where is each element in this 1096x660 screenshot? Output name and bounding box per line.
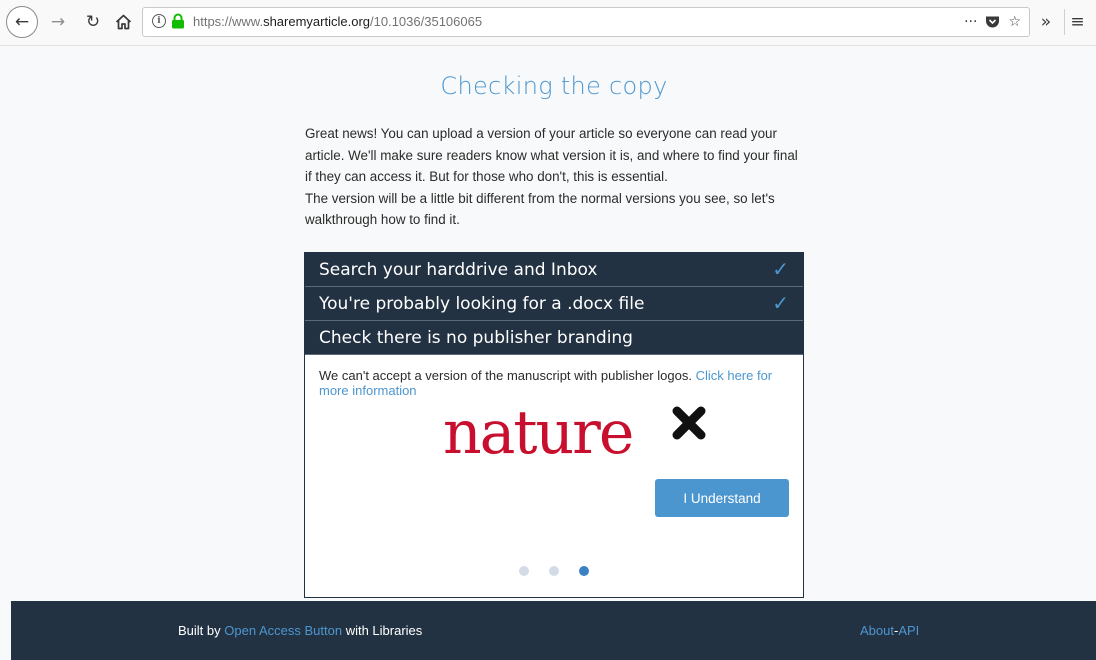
footer-links: About-API — [860, 623, 919, 638]
url-prefix: https://www. — [193, 14, 264, 29]
api-link[interactable]: API — [898, 623, 919, 638]
pagination-dots — [519, 566, 589, 576]
step-label: Search your harddrive and Inbox — [319, 259, 598, 280]
browser-toolbar: ← → ↻ i https://www.sharemyarticle.org/1… — [0, 0, 1096, 46]
hamburger-icon: ≡ — [1070, 12, 1085, 32]
panel-description: We can't accept a version of the manuscr… — [319, 368, 692, 383]
page-actions-icon[interactable]: ··· — [964, 14, 977, 30]
address-bar[interactable]: i https://www.sharemyarticle.org/10.1036… — [142, 7, 1030, 37]
url-actions: ··· ☆ — [964, 12, 1021, 32]
reload-button[interactable]: ↻ — [80, 9, 106, 35]
panel-text: We can't accept a version of the manuscr… — [319, 368, 789, 398]
step-label: You're probably looking for a .docx file — [319, 293, 645, 314]
built-by-text: Built by — [178, 623, 221, 638]
pagination-dot-2[interactable] — [549, 566, 559, 576]
url-domain: sharemyarticle.org — [263, 14, 371, 29]
intro-text: Great news! You can upload a version of … — [305, 123, 805, 231]
footer-credits: Built by Open Access Button with Librari… — [178, 623, 422, 638]
footer: Built by Open Access Button with Librari… — [11, 601, 1096, 660]
cross-icon — [672, 406, 706, 440]
step-panel: We can't accept a version of the manuscr… — [305, 355, 803, 597]
home-button[interactable] — [110, 9, 136, 35]
page-title: Checking the copy — [440, 72, 668, 100]
pocket-icon[interactable] — [985, 15, 1000, 29]
hamburger-menu-button[interactable]: ≡ — [1064, 9, 1090, 35]
pagination-dot-1[interactable] — [519, 566, 529, 576]
url-text[interactable]: https://www.sharemyarticle.org/10.1036/3… — [193, 14, 482, 29]
info-icon[interactable]: i — [152, 14, 166, 28]
checklist-step-2[interactable]: You're probably looking for a .docx file… — [305, 287, 803, 321]
step-label: Check there is no publisher branding — [319, 327, 633, 348]
arrow-right-icon: → — [50, 12, 66, 32]
nature-logo: nature — [443, 398, 634, 468]
arrow-left-icon: ← — [14, 12, 30, 32]
forward-button[interactable]: → — [45, 9, 71, 35]
back-button[interactable]: ← — [6, 6, 38, 38]
lock-icon[interactable] — [171, 13, 185, 29]
pagination-dot-3[interactable] — [579, 566, 589, 576]
checklist-step-3[interactable]: Check there is no publisher branding — [305, 321, 803, 355]
home-icon — [115, 14, 131, 30]
i-understand-button[interactable]: I Understand — [655, 479, 789, 517]
open-access-button-link[interactable]: Open Access Button — [224, 623, 342, 638]
with-libraries-text: with Libraries — [345, 623, 423, 638]
url-path: /10.1036/35106065 — [370, 14, 483, 29]
checklist: Search your harddrive and Inbox ✓ You're… — [304, 252, 804, 598]
checkmark-icon: ✓ — [772, 257, 789, 281]
intro-paragraph-2: The version will be a little bit differe… — [305, 190, 775, 228]
bookmark-star-icon[interactable]: ☆ — [1008, 14, 1021, 30]
checkmark-icon: ✓ — [772, 291, 789, 315]
reload-icon: ↻ — [85, 12, 101, 32]
chevrons-right-icon: » — [1040, 12, 1052, 32]
intro-paragraph-1: Great news! You can upload a version of … — [305, 126, 798, 184]
overflow-menu-button[interactable]: » — [1033, 9, 1059, 35]
about-link[interactable]: About — [860, 623, 894, 638]
checklist-step-1[interactable]: Search your harddrive and Inbox ✓ — [305, 253, 803, 287]
